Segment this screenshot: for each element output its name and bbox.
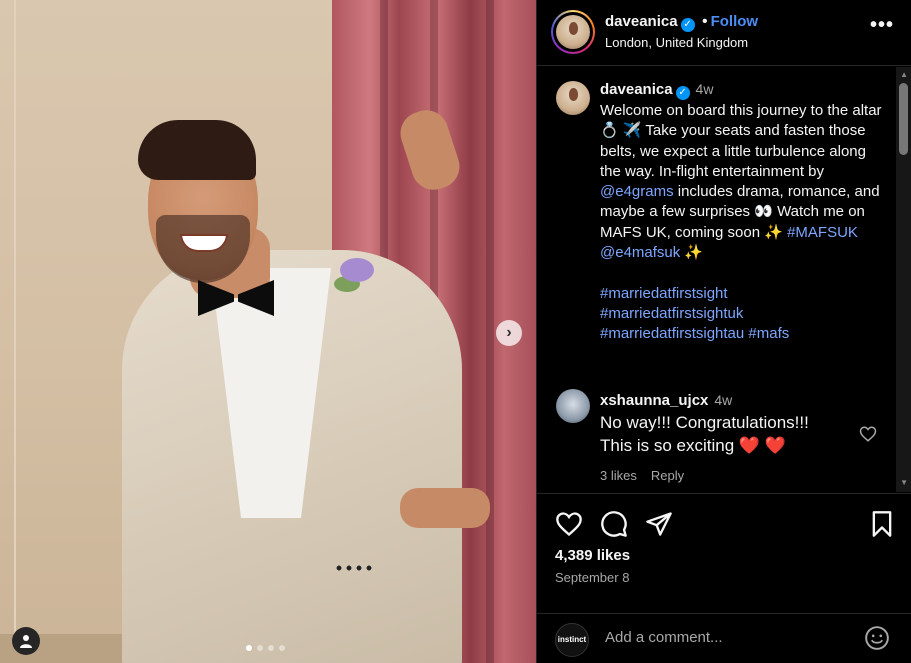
carousel-dots	[246, 645, 285, 651]
boutonniere	[340, 258, 374, 282]
carousel-dot	[257, 645, 263, 651]
hashtag-link[interactable]: #marriedatfirstsightau	[600, 325, 744, 342]
mention-link[interactable]: @e4mafsuk	[600, 244, 680, 261]
scrollbar-thumb[interactable]	[899, 83, 908, 155]
jacket-buttons	[334, 564, 374, 572]
viewer-avatar: instinct	[555, 623, 589, 657]
hashtag-link[interactable]: #marriedatfirstsightuk	[600, 305, 743, 322]
bookmark-icon[interactable]	[868, 510, 896, 538]
avatar	[556, 15, 590, 49]
comment-input[interactable]: Add a comment...	[605, 629, 723, 646]
heart-icon[interactable]	[555, 510, 583, 538]
caption-time[interactable]: 4w	[696, 81, 714, 97]
share-icon[interactable]	[645, 510, 673, 538]
chevron-right-icon[interactable]: ›	[496, 320, 522, 346]
comments-area[interactable]: daveanica ✓ 4w Welcome on board this journ…	[537, 67, 911, 492]
man-hair	[138, 120, 256, 180]
more-icon[interactable]: •••	[870, 14, 894, 37]
post-side-panel: daveanica ✓ • Follow London, United Kingdo…	[536, 0, 911, 663]
username-link[interactable]: daveanica	[605, 13, 678, 30]
lower-hand	[400, 488, 490, 528]
bowtie	[198, 280, 274, 316]
comment-line: This is so exciting ❤️ ❤️	[600, 436, 786, 455]
scroll-up-icon[interactable]: ▲	[900, 70, 908, 79]
hashtag-link[interactable]: #MAFSUK	[787, 224, 858, 241]
header-title-row: daveanica ✓ • Follow	[605, 13, 758, 32]
caption-avatar[interactable]	[556, 81, 590, 115]
person-tag-icon[interactable]	[12, 627, 40, 655]
comment-header: xshaunna_ujcx 4w	[600, 392, 732, 410]
follow-button[interactable]: Follow	[711, 13, 759, 30]
post-image[interactable]: ›	[0, 0, 536, 663]
comment-likes[interactable]: 3 likes	[600, 468, 637, 483]
post-header: daveanica ✓ • Follow London, United Kingdo…	[537, 0, 911, 66]
reply-button[interactable]: Reply	[651, 468, 684, 483]
add-comment-bar: instinct Add a comment...	[537, 613, 911, 663]
commenter-avatar[interactable]	[556, 389, 590, 423]
caption-username[interactable]: daveanica	[600, 81, 673, 98]
comment-time[interactable]: 4w	[714, 392, 732, 408]
caption-header: daveanica ✓ 4w	[600, 81, 713, 100]
curtain-fold	[486, 0, 494, 663]
comment-like-heart-icon[interactable]	[859, 425, 877, 443]
verified-badge-icon: ✓	[675, 86, 690, 100]
post-actions: 4,389 likes September 8	[537, 493, 911, 613]
comment-text: No way!!! Congratulations!!! This is so …	[600, 411, 809, 457]
carousel-dot	[279, 645, 285, 651]
caption-text-part: Welcome on board this journey to the alt…	[600, 102, 882, 180]
caption-text: Welcome on board this journey to the alt…	[600, 101, 890, 345]
comment-icon[interactable]	[600, 510, 628, 538]
carousel-dot	[246, 645, 252, 651]
emoji-icon[interactable]	[864, 625, 890, 651]
person-tag-glyph	[20, 635, 32, 648]
post-date[interactable]: September 8	[555, 570, 629, 585]
story-ring[interactable]	[551, 10, 595, 54]
carousel-dot	[268, 645, 274, 651]
caption-text-part: ✨	[680, 244, 704, 262]
likes-count[interactable]: 4,389 likes	[555, 547, 630, 564]
location-link[interactable]: London, United Kingdom	[605, 35, 748, 50]
scroll-down-icon[interactable]: ▼	[900, 478, 908, 487]
comment-line: No way!!! Congratulations!!!	[600, 413, 809, 432]
verified-badge-icon: ✓	[680, 18, 695, 32]
hashtag-link[interactable]: #mafs	[748, 325, 789, 342]
separator-dot: •	[702, 13, 708, 30]
comment-meta: 3 likes Reply	[600, 468, 698, 483]
hashtag-link[interactable]: #marriedatfirstsight	[600, 285, 728, 302]
mention-link[interactable]: @e4grams	[600, 183, 674, 200]
commenter-username[interactable]: xshaunna_ujcx	[600, 392, 708, 409]
